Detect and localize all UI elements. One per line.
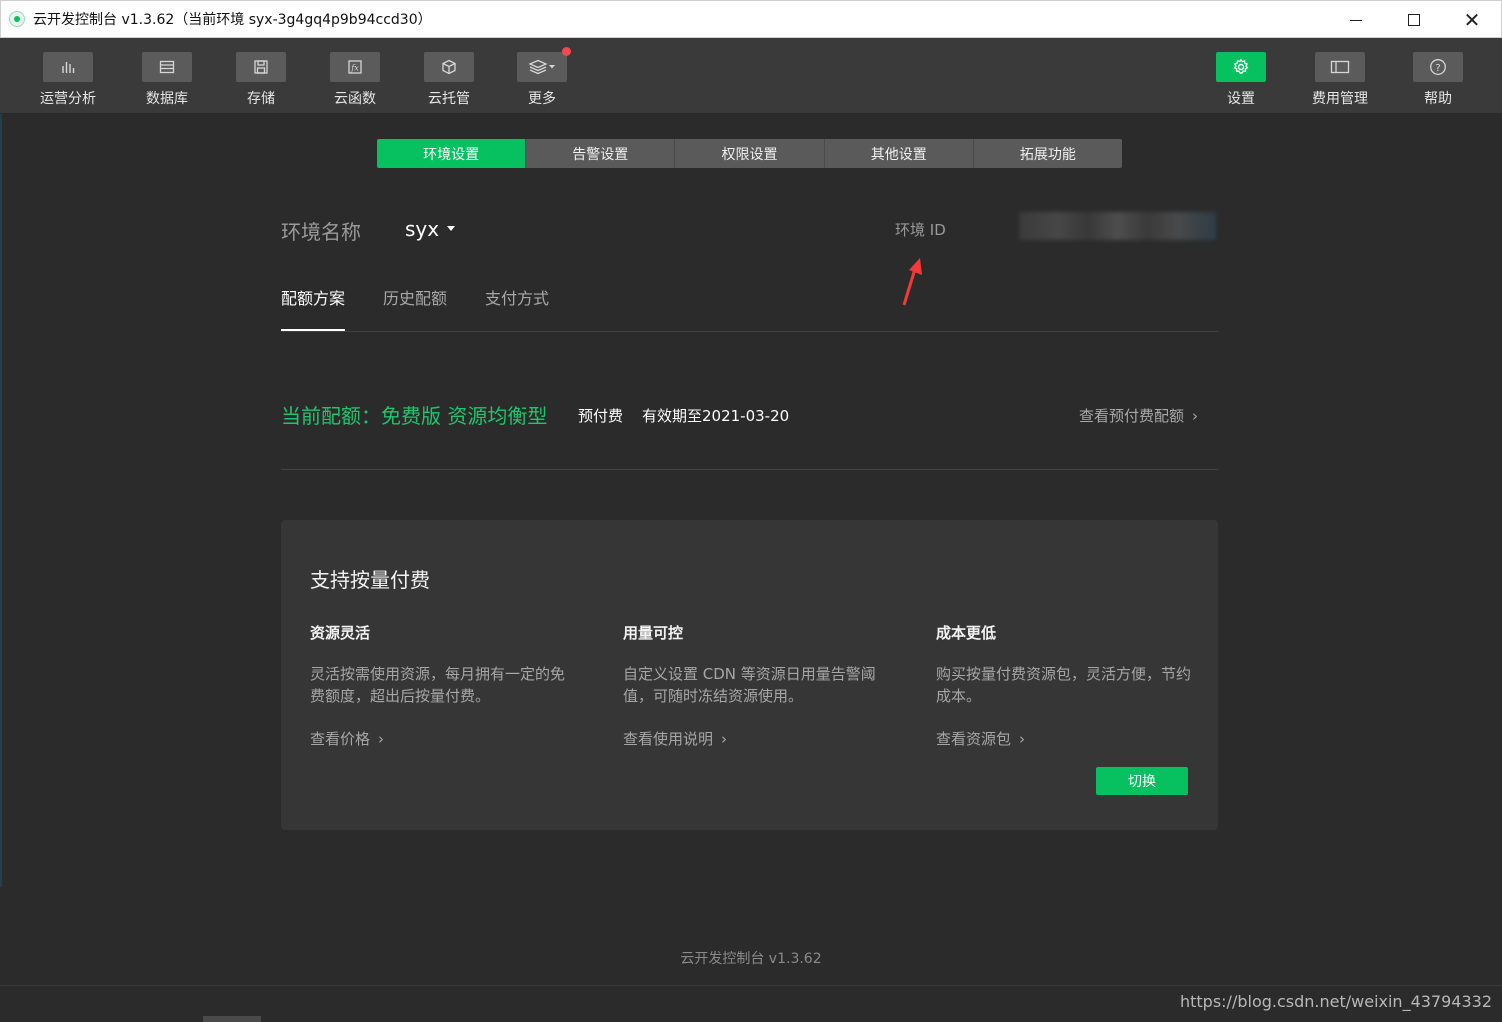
expiry-text: 有效期至2021-03-20	[642, 407, 790, 425]
view-prepaid-quota-label: 查看预付费配额	[1078, 407, 1184, 425]
chevron-right-icon: ›	[721, 730, 728, 748]
toolbar-functions-button[interactable]: fx 云函数	[315, 52, 395, 108]
card-title: 支持按量付费	[310, 568, 430, 592]
toolbar-label: 设置	[1227, 91, 1255, 107]
toolbar-label: 云托管	[428, 91, 470, 107]
main-toolbar: 运营分析 数据库 存储 fx 云函数 云托管 更多 设置 费用管理 ? 帮助	[0, 38, 1502, 114]
chevron-right-icon: ›	[378, 730, 385, 748]
notification-dot	[562, 47, 571, 56]
toolbar-hosting-button[interactable]: 云托管	[409, 52, 489, 108]
subtab-quota-plan[interactable]: 配额方案	[281, 285, 346, 331]
link-label: 查看资源包	[936, 730, 1012, 748]
tab-alert-settings[interactable]: 告警设置	[526, 139, 676, 168]
caret-down-icon[interactable]	[447, 226, 455, 231]
close-button[interactable]: ✕	[1443, 1, 1501, 39]
maximize-icon	[1408, 14, 1420, 26]
feature-title: 资源灵活	[310, 624, 371, 642]
tab-other-settings[interactable]: 其他设置	[824, 139, 974, 168]
svg-text:?: ?	[1435, 63, 1440, 74]
env-id-redacted	[1019, 212, 1216, 240]
chevron-right-icon: ›	[1019, 730, 1026, 748]
feature-desc: 灵活按需使用资源，每月拥有一定的免费额度，超出后按量付费。	[310, 665, 566, 705]
toolbar-more-button[interactable]: 更多	[502, 47, 582, 108]
toolbar-analytics-button[interactable]: 运营分析	[28, 52, 108, 108]
feature-flexible: 资源灵活 灵活按需使用资源，每月拥有一定的免费额度，超出后按量付费。 查看价格 ›	[310, 622, 570, 748]
feature-lower-cost: 成本更低 购买按量付费资源包，灵活方便，节约成本。 查看资源包 ›	[936, 622, 1196, 748]
window-controls: ✕	[1327, 1, 1501, 39]
link-label: 查看价格	[310, 730, 371, 748]
current-quota-title: 当前配额：免费版 资源均衡型	[281, 404, 548, 428]
close-icon: ✕	[1463, 8, 1481, 32]
footer-version: 云开发控制台 v1.3.62	[680, 951, 822, 967]
subtab-quota-history[interactable]: 历史配额	[383, 285, 447, 331]
chevron-right-icon: ›	[1192, 407, 1198, 425]
toolbar-label: 存储	[247, 91, 275, 107]
view-resource-pack-link[interactable]: 查看资源包 ›	[936, 728, 1025, 749]
feature-controllable: 用量可控 自定义设置 CDN 等资源日用量告警阈值，可随时冻结资源使用。 查看使…	[623, 622, 883, 748]
toolbar-label: 费用管理	[1312, 91, 1368, 107]
feature-title: 成本更低	[936, 624, 997, 642]
database-icon	[142, 52, 192, 82]
watermark-text: https://blog.csdn.net/weixin_43794332	[1179, 992, 1492, 1011]
pay-as-you-go-card: 支持按量付费 资源灵活 灵活按需使用资源，每月拥有一定的免费额度，超出后按量付费…	[281, 520, 1218, 830]
settings-tabs: 环境设置 告警设置 权限设置 其他设置 拓展功能	[377, 139, 1122, 168]
link-label: 查看使用说明	[623, 730, 714, 748]
quota-subtabs: 配额方案 历史配额 支付方式	[281, 285, 1218, 332]
bar-chart-icon	[43, 52, 93, 82]
window-title: 云开发控制台 v1.3.62（当前环境 syx-3g4gq4p9b94ccd30…	[33, 12, 432, 28]
horizontal-scrollbar-thumb[interactable]	[203, 1016, 261, 1022]
current-quota-row: 当前配额：免费版 资源均衡型 预付费 有效期至2021-03-20 查看预付费配…	[281, 400, 1218, 470]
toolbar-settings-button[interactable]: 设置	[1201, 52, 1281, 108]
gear-icon	[1216, 52, 1266, 82]
bottom-divider	[0, 985, 1502, 986]
billing-icon	[1315, 52, 1365, 82]
feature-title: 用量可控	[623, 624, 684, 642]
view-usage-guide-link[interactable]: 查看使用说明 ›	[623, 728, 727, 749]
minimize-button[interactable]	[1327, 1, 1385, 39]
help-icon: ?	[1413, 52, 1463, 82]
left-edge-strip	[0, 114, 2, 887]
toolbar-label: 更多	[528, 91, 556, 107]
prepaid-badge: 预付费	[578, 407, 624, 425]
toolbar-label: 帮助	[1424, 91, 1452, 107]
env-name-label: 环境名称	[281, 220, 361, 244]
view-prepaid-quota-link[interactable]: 查看预付费配额 ›	[1079, 405, 1198, 426]
feature-desc: 自定义设置 CDN 等资源日用量告警阈值，可随时冻结资源使用。	[623, 665, 876, 705]
toolbar-storage-button[interactable]: 存储	[221, 52, 301, 108]
storage-icon	[236, 52, 286, 82]
cube-icon	[424, 52, 474, 82]
function-icon: fx	[330, 52, 380, 82]
tab-env-settings[interactable]: 环境设置	[377, 139, 527, 168]
toolbar-label: 云函数	[334, 91, 376, 107]
toolbar-label: 运营分析	[40, 91, 96, 107]
feature-desc: 购买按量付费资源包，灵活方便，节约成本。	[936, 665, 1192, 705]
toolbar-help-button[interactable]: ? 帮助	[1398, 52, 1478, 108]
tab-extensions[interactable]: 拓展功能	[973, 139, 1122, 168]
minimize-icon	[1350, 19, 1362, 21]
layers-icon	[517, 47, 571, 82]
app-logo-icon	[9, 11, 25, 27]
svg-text:fx: fx	[350, 64, 359, 73]
window-titlebar: 云开发控制台 v1.3.62（当前环境 syx-3g4gq4p9b94ccd30…	[0, 0, 1502, 38]
env-id-label: 环境 ID	[895, 221, 946, 239]
view-price-link[interactable]: 查看价格 ›	[310, 728, 384, 749]
toolbar-billing-button[interactable]: 费用管理	[1300, 52, 1380, 108]
toolbar-label: 数据库	[146, 91, 188, 107]
toolbar-database-button[interactable]: 数据库	[127, 52, 207, 108]
tab-permission-settings[interactable]: 权限设置	[675, 139, 825, 168]
switch-button[interactable]: 切换	[1096, 767, 1188, 795]
env-name-dropdown[interactable]: syx	[405, 217, 439, 241]
maximize-button[interactable]	[1385, 1, 1443, 39]
subtab-payment-method[interactable]: 支付方式	[485, 285, 549, 331]
